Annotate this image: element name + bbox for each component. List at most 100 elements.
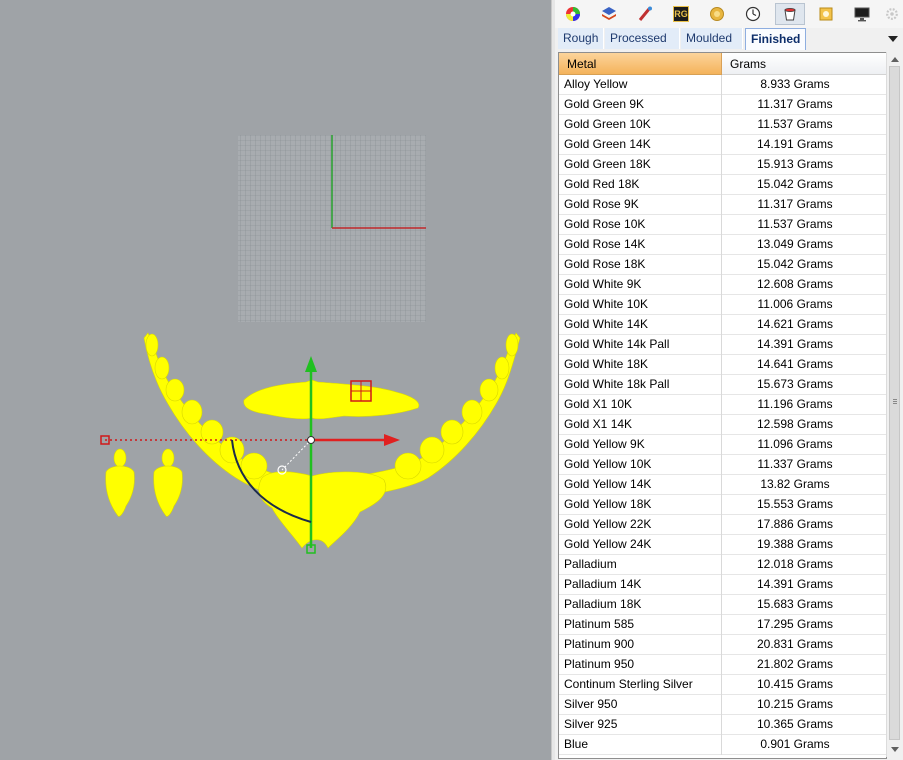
grams-cell: 11.537 Grams <box>757 117 833 131</box>
color-wheel-icon[interactable] <box>560 3 586 25</box>
metal-cell: Palladium 18K <box>559 595 722 615</box>
grams-cell: 14.641 Grams <box>756 357 834 371</box>
grams-cell: 20.831 Grams <box>756 637 834 651</box>
table-row[interactable]: Platinum 950 21.802 Grams <box>559 655 886 675</box>
table-row[interactable]: Gold White 14k Pall 14.391 Grams <box>559 335 886 355</box>
grams-cell: 11.196 Grams <box>757 397 833 411</box>
tab-rough[interactable]: Rough <box>558 28 604 49</box>
metal-cell: Gold Red 18K <box>559 175 722 195</box>
table-row[interactable]: Gold Green 9K 11.317 Grams <box>559 95 886 115</box>
table-row[interactable]: Blue 0.901 Grams <box>559 735 886 755</box>
table-row[interactable]: Gold Yellow 14K 13.82 Grams <box>559 475 886 495</box>
table-row[interactable]: Silver 950 10.215 Grams <box>559 695 886 715</box>
table-row[interactable]: Gold Rose 9K 11.317 Grams <box>559 195 886 215</box>
grams-cell: 15.913 Grams <box>756 157 834 171</box>
viewport-canvas[interactable] <box>0 0 551 760</box>
grams-cell: 11.537 Grams <box>757 217 833 231</box>
table-row[interactable]: Continum Sterling Silver 10.415 Grams <box>559 675 886 695</box>
grams-cell: 11.317 Grams <box>757 97 833 111</box>
scroll-up-arrow-icon[interactable] <box>889 53 900 65</box>
table-row[interactable]: Gold White 14K 14.621 Grams <box>559 315 886 335</box>
scroll-down-arrow-icon[interactable] <box>889 743 900 755</box>
metal-cell: Palladium <box>559 555 722 575</box>
gem-icon[interactable] <box>704 3 730 25</box>
table-row[interactable]: Platinum 900 20.831 Grams <box>559 635 886 655</box>
bucket-icon[interactable] <box>775 3 805 25</box>
grams-cell: 14.391 Grams <box>756 337 834 351</box>
table-row[interactable]: Gold Red 18K 15.042 Grams <box>559 175 886 195</box>
table-row[interactable]: Gold White 9K 12.608 Grams <box>559 275 886 295</box>
column-header-grams[interactable]: Grams <box>722 53 886 75</box>
metal-cell: Gold White 14k Pall <box>559 335 722 355</box>
table-row[interactable]: Gold Green 14K 14.191 Grams <box>559 135 886 155</box>
metal-cell: Gold Green 18K <box>559 155 722 175</box>
gear-icon[interactable] <box>882 3 902 25</box>
table-row[interactable]: Gold Green 18K 15.913 Grams <box>559 155 886 175</box>
grams-cell: 8.933 Grams <box>760 77 830 91</box>
table-row[interactable]: Silver 925 10.365 Grams <box>559 715 886 735</box>
tab-moulded[interactable]: Moulded <box>681 28 743 49</box>
metal-cell: Platinum 585 <box>559 615 722 635</box>
grams-cell: 11.006 Grams <box>757 297 833 311</box>
metal-weight-table: Metal Grams Alloy Yellow 8.933 Grams Gold … <box>558 52 887 759</box>
table-row[interactable]: Gold White 18K 14.641 Grams <box>559 355 886 375</box>
brush-icon[interactable] <box>632 3 658 25</box>
rg-logo-icon[interactable]: RG <box>668 3 694 25</box>
gizmo-y-arrow-icon <box>305 356 317 372</box>
table-row[interactable]: Gold X1 10K 11.196 Grams <box>559 395 886 415</box>
table-row[interactable]: Gold White 10K 11.006 Grams <box>559 295 886 315</box>
metal-cell: Silver 950 <box>559 695 722 715</box>
3d-viewport[interactable] <box>0 0 551 760</box>
tabs-dropdown-arrow-icon[interactable] <box>888 36 898 42</box>
grams-cell: 11.337 Grams <box>757 457 833 471</box>
column-header-metal[interactable]: Metal <box>559 53 722 75</box>
metal-cell: Gold Green 10K <box>559 115 722 135</box>
table-row[interactable]: Gold Rose 10K 11.537 Grams <box>559 215 886 235</box>
grams-cell: 14.391 Grams <box>756 577 834 591</box>
clock-icon[interactable] <box>740 3 766 25</box>
table-row[interactable]: Alloy Yellow 8.933 Grams <box>559 75 886 95</box>
table-row[interactable]: Gold Yellow 18K 15.553 Grams <box>559 495 886 515</box>
center-pendant <box>258 471 387 549</box>
table-row[interactable]: Gold Yellow 10K 11.337 Grams <box>559 455 886 475</box>
table-row[interactable]: Palladium 12.018 Grams <box>559 555 886 575</box>
metal-cell: Platinum 900 <box>559 635 722 655</box>
grams-cell: 15.673 Grams <box>756 377 834 391</box>
table-row[interactable]: Platinum 585 17.295 Grams <box>559 615 886 635</box>
table-row[interactable]: Gold Rose 18K 15.042 Grams <box>559 255 886 275</box>
table-row[interactable]: Gold Green 10K 11.537 Grams <box>559 115 886 135</box>
grams-cell: 17.886 Grams <box>756 517 834 531</box>
table-row[interactable]: Gold X1 14K 12.598 Grams <box>559 415 886 435</box>
grams-cell: 12.608 Grams <box>756 277 834 291</box>
table-row[interactable]: Gold Yellow 24K 19.388 Grams <box>559 535 886 555</box>
grams-cell: 14.621 Grams <box>756 317 834 331</box>
ring-icon[interactable] <box>813 3 839 25</box>
grams-cell: 12.018 Grams <box>756 557 834 571</box>
table-row[interactable]: Gold Yellow 22K 17.886 Grams <box>559 515 886 535</box>
table-row[interactable]: Gold Yellow 9K 11.096 Grams <box>559 435 886 455</box>
table-scrollbar[interactable] <box>886 52 902 757</box>
table-row[interactable]: Gold White 18k Pall 15.673 Grams <box>559 375 886 395</box>
grams-cell: 19.388 Grams <box>756 537 834 551</box>
tab-processed[interactable]: Processed <box>605 28 680 49</box>
metal-cell: Gold Yellow 10K <box>559 455 722 475</box>
metal-cell: Gold Rose 14K <box>559 235 722 255</box>
metal-cell: Gold Yellow 24K <box>559 535 722 555</box>
grams-cell: 15.553 Grams <box>756 497 834 511</box>
layers-icon[interactable] <box>596 3 622 25</box>
metal-cell: Gold White 14K <box>559 315 722 335</box>
grams-cell: 17.295 Grams <box>756 617 834 631</box>
table-row[interactable]: Gold Rose 14K 13.049 Grams <box>559 235 886 255</box>
table-row[interactable]: Palladium 18K 15.683 Grams <box>559 595 886 615</box>
tab-finished[interactable]: Finished <box>745 28 806 50</box>
monitor-icon[interactable] <box>849 3 875 25</box>
metal-cell: Gold White 10K <box>559 295 722 315</box>
metal-cell: Silver 925 <box>559 715 722 735</box>
panel-toolbar: RG <box>555 0 903 29</box>
scrollbar-thumb[interactable] <box>889 66 900 740</box>
metal-cell: Gold X1 10K <box>559 395 722 415</box>
grams-cell: 10.215 Grams <box>756 697 834 711</box>
table-row[interactable]: Palladium 14K 14.391 Grams <box>559 575 886 595</box>
metal-cell: Blue <box>559 735 722 755</box>
construction-grid <box>238 135 426 322</box>
